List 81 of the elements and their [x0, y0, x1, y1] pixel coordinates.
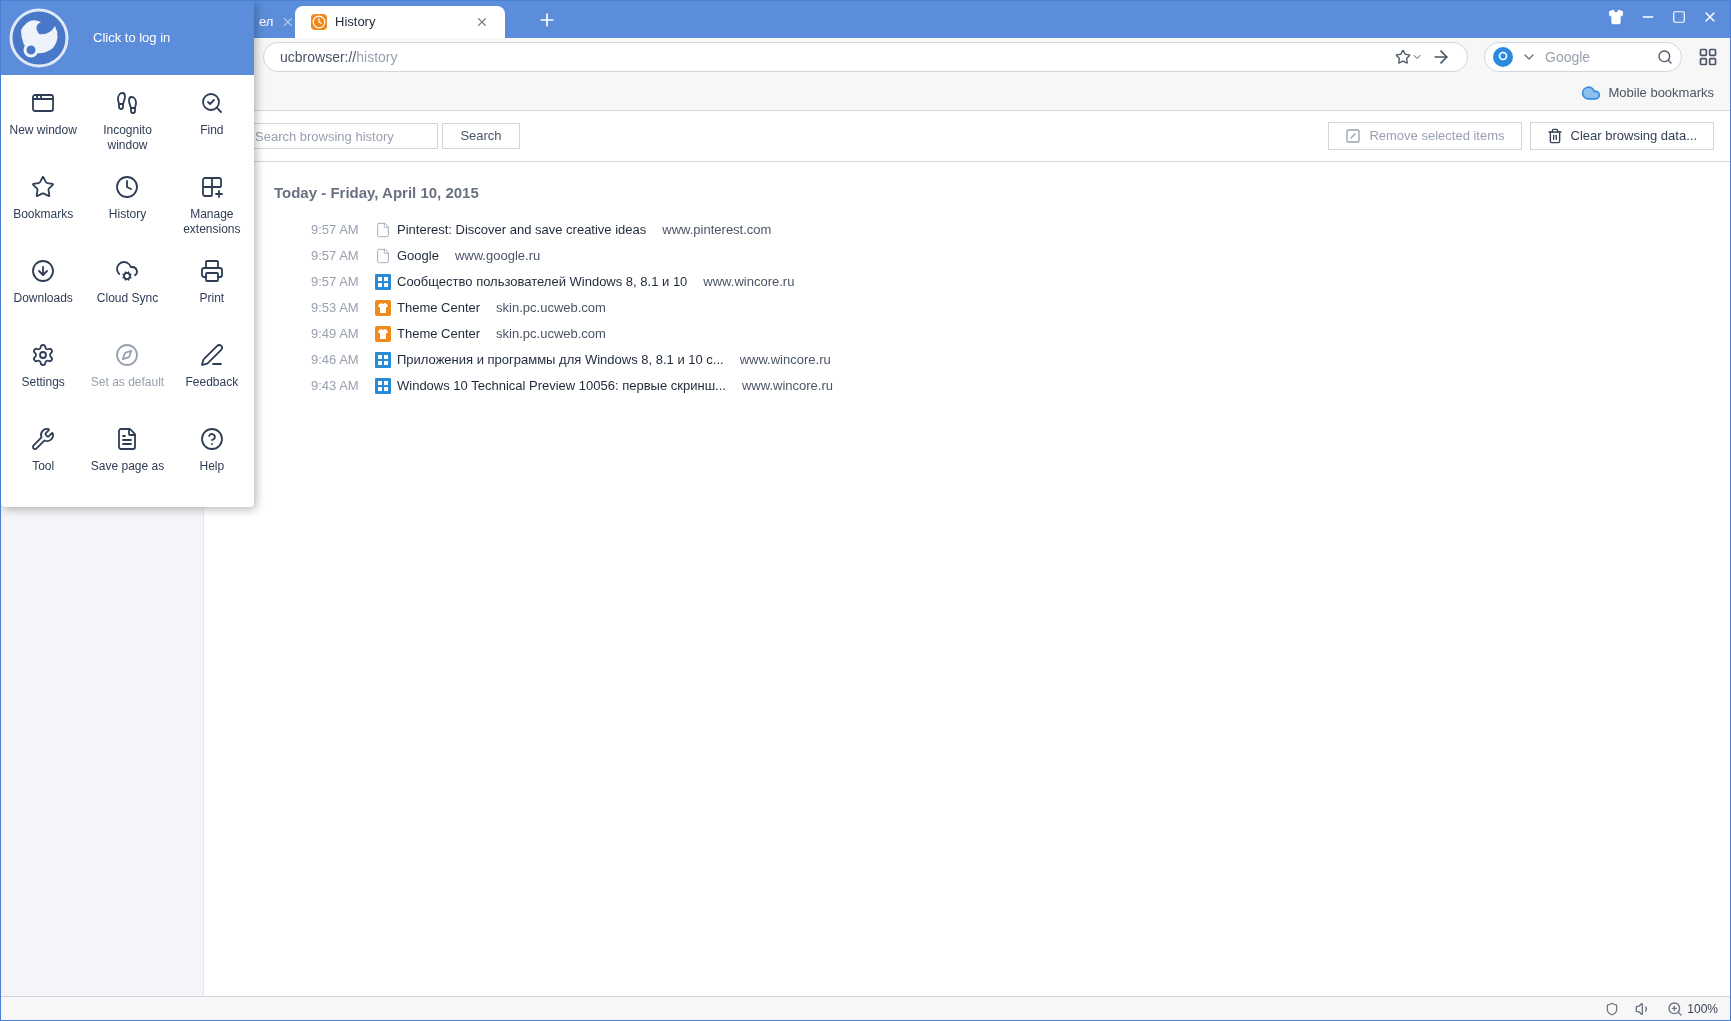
shirt-icon	[375, 325, 391, 342]
browser-tab[interactable]: History	[295, 6, 505, 38]
menu-item[interactable]: Feedback	[169, 327, 254, 411]
page-title-link[interactable]: Pinterest: Discover and save creative ideas	[397, 219, 647, 240]
menu-item[interactable]: Bookmarks	[1, 159, 86, 243]
visit-time: 9:46 AM	[310, 350, 360, 369]
cloud-sync-icon	[115, 259, 140, 283]
star-icon	[31, 175, 56, 199]
close-icon[interactable]	[475, 15, 489, 29]
search-button[interactable]: Search	[442, 123, 520, 149]
trash-icon	[1546, 128, 1563, 144]
menu-item[interactable]: History	[85, 159, 170, 243]
clear-data-button[interactable]: Clear browsing data...	[1529, 122, 1714, 150]
page-title-link[interactable]: Theme Center	[397, 297, 481, 318]
shield-icon[interactable]	[1605, 1001, 1620, 1016]
close-icon[interactable]	[281, 15, 295, 29]
settings-icon	[31, 343, 56, 367]
search-box[interactable]: Google	[1484, 42, 1682, 72]
menu-item[interactable]: Tool	[1, 411, 86, 495]
menu-item[interactable]: Incognito window	[85, 75, 170, 159]
clock-icon	[115, 175, 140, 199]
menu-item[interactable]: Help	[169, 411, 254, 495]
url-text: ucbrowser://history	[280, 47, 399, 67]
compass-icon	[115, 343, 140, 367]
shirt-icon	[375, 299, 391, 316]
search-icon	[199, 91, 224, 115]
visit-time: 9:43 AM	[310, 376, 360, 395]
tab-title: ел	[259, 13, 274, 32]
page-url: skin.pc.ucweb.com	[496, 324, 606, 343]
page-url: www.wincore.ru	[739, 350, 831, 369]
menu-item[interactable]: Cloud Sync	[85, 243, 170, 327]
printer-icon	[199, 259, 224, 283]
visit-time: 9:57 AM	[310, 220, 360, 239]
page-url: www.google.ru	[454, 246, 541, 265]
page-url: www.wincore.ru	[741, 376, 833, 395]
menu-item[interactable]: Save page as	[85, 411, 170, 495]
mobile-bookmarks-button[interactable]: Mobile bookmarks	[1580, 83, 1714, 103]
help-icon	[199, 427, 224, 451]
visit-time: 9:53 AM	[310, 298, 360, 317]
page-url: www.pinterest.com	[662, 220, 772, 239]
maximize-icon[interactable]	[1672, 10, 1686, 24]
apps-icon[interactable]	[1698, 47, 1718, 67]
page-title-link[interactable]: Theme Center	[397, 323, 481, 344]
visit-time: 9:57 AM	[310, 272, 360, 291]
clock-icon	[311, 14, 327, 30]
cloud-icon	[1580, 83, 1601, 103]
visit-time: 9:57 AM	[310, 246, 360, 265]
zoom-level: 100%	[1687, 1000, 1718, 1018]
window-icon	[31, 91, 56, 115]
windows-grid-icon	[375, 273, 391, 290]
page-title-link[interactable]: Приложения и программы для Windows 8, 8.1 и 10 с...	[397, 349, 724, 370]
windows-grid-icon	[375, 377, 391, 394]
footprint-icon	[115, 91, 140, 115]
page-title-link[interactable]: Windows 10 Technical Preview 10056: первые скринш...	[397, 375, 726, 396]
search-icon[interactable]	[1657, 49, 1673, 65]
address-bar[interactable]: ucbrowser://history	[263, 42, 1468, 72]
page-title-link[interactable]: Сообщество пользователей Windows 8, 8.1 и 10	[397, 271, 688, 292]
star-icon[interactable]	[1395, 49, 1411, 65]
windows-grid-icon	[375, 351, 391, 368]
date-heading: Today - Friday, April 10, 2015	[274, 183, 480, 203]
menu-item[interactable]: Settings	[1, 327, 86, 411]
wrench-icon	[31, 427, 56, 451]
extensions-icon	[199, 175, 224, 199]
menu-item[interactable]: Downloads	[1, 243, 86, 327]
download-icon	[31, 259, 56, 283]
shirt-icon[interactable]	[1608, 9, 1624, 25]
menu-item[interactable]: New window	[1, 75, 86, 159]
visit-time: 9:49 AM	[310, 324, 360, 343]
remove-icon	[1345, 128, 1362, 144]
tab-title: History	[335, 13, 377, 32]
page-url: www.wincore.ru	[703, 272, 795, 291]
page-icon	[375, 221, 391, 238]
zoom-icon[interactable]	[1667, 1000, 1684, 1017]
search-input[interactable]: Google	[1545, 46, 1649, 68]
menu-item[interactable]: Manage extensions	[169, 159, 254, 243]
page-icon	[375, 247, 391, 264]
search-engine-icon[interactable]	[1493, 47, 1513, 67]
page-url: skin.pc.ucweb.com	[496, 298, 606, 317]
page-title-link[interactable]: Google	[397, 245, 439, 266]
menu-item[interactable]: Print	[169, 243, 254, 327]
pen-icon	[199, 343, 224, 367]
